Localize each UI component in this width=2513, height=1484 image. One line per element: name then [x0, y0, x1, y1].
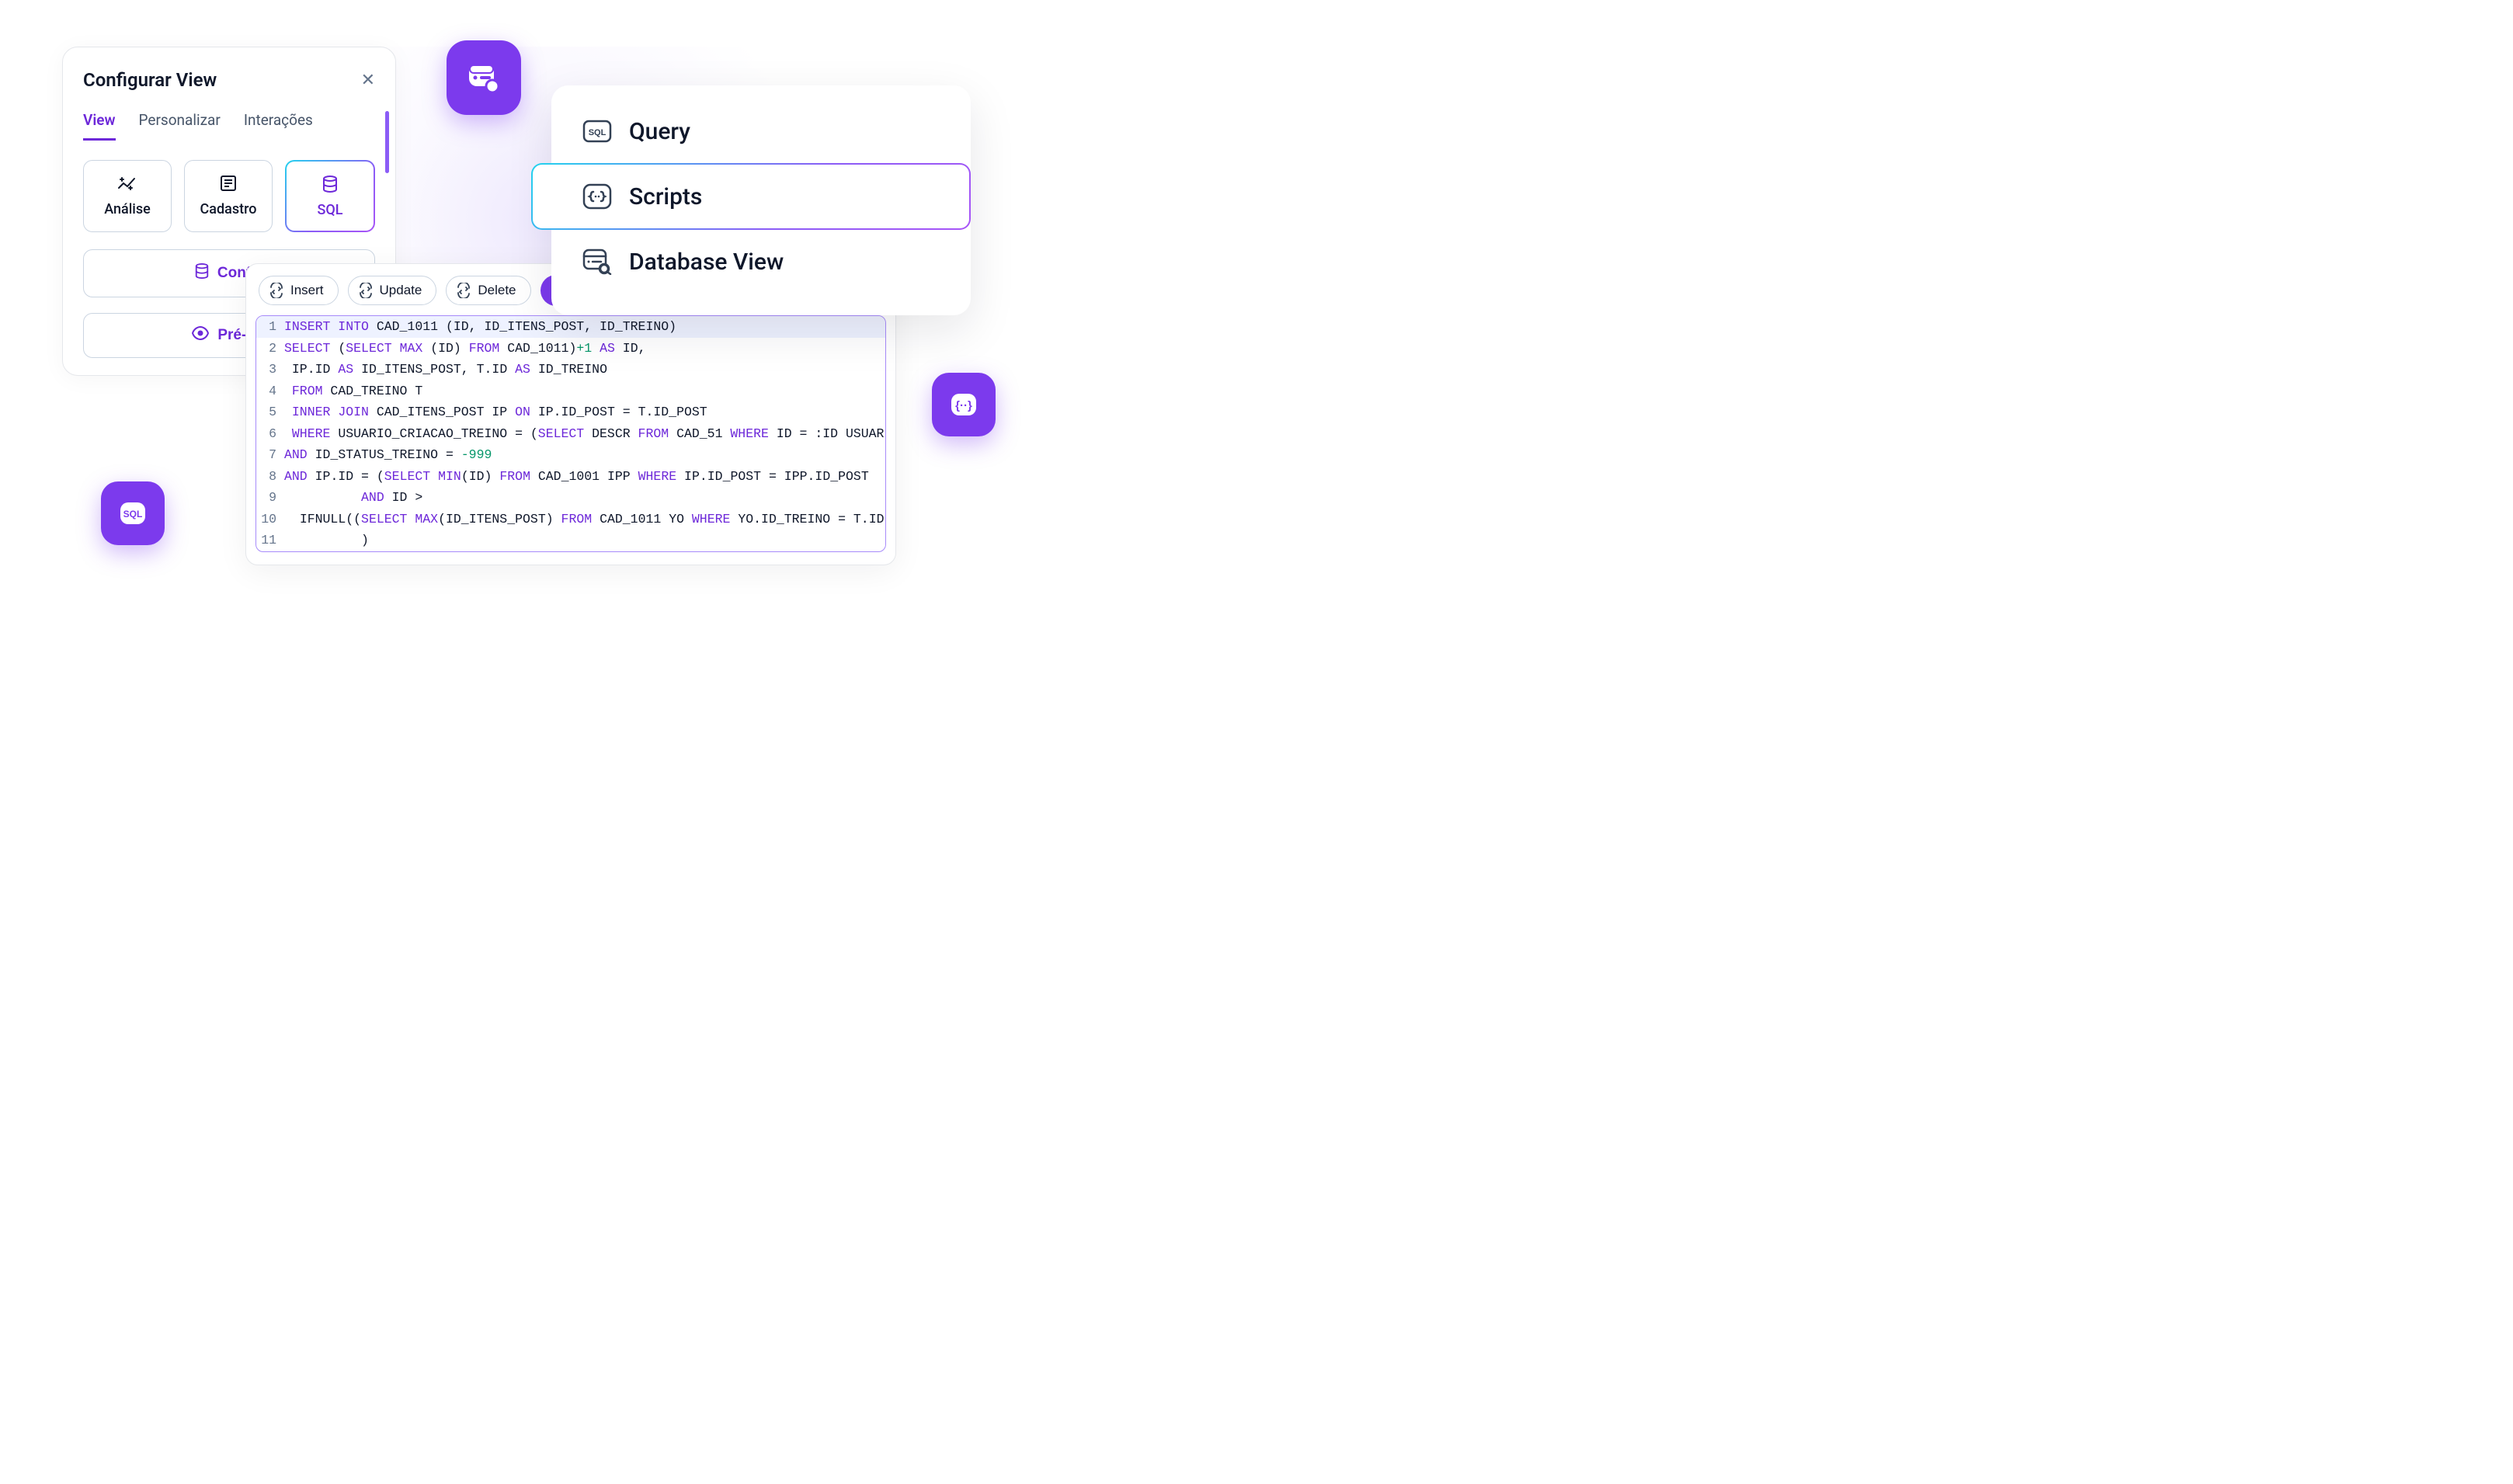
menu-item-query[interactable]: SQL Query: [551, 99, 971, 163]
close-icon[interactable]: ✕: [361, 71, 375, 89]
insert-button[interactable]: Insert: [259, 276, 339, 305]
app-badge-code: {··}: [932, 373, 996, 436]
code-line: 8 AND IP.ID = (SELECT MIN(ID) FROM CAD_1…: [256, 466, 885, 488]
code-line: 6 WHERE USUARIO_CRIACAO_TREINO = (SELECT…: [256, 423, 885, 445]
code-refresh-icon: [358, 283, 374, 298]
code-line: 7 AND ID_STATUS_TREINO = -999: [256, 444, 885, 466]
update-button[interactable]: Update: [348, 276, 437, 305]
code-content: ): [284, 530, 378, 551]
database-icon: [194, 262, 210, 284]
code-line: 10 IFNULL((SELECT MAX(ID_ITENS_POST) FRO…: [256, 509, 885, 530]
update-btn-label: Update: [380, 283, 422, 298]
mode-sql-label: SQL: [317, 202, 342, 218]
svg-text:SQL: SQL: [589, 128, 607, 137]
sql-icon: SQL: [582, 116, 612, 146]
code-content: INSERT INTO CAD_1011 (ID, ID_ITENS_POST,…: [284, 316, 686, 338]
code-line: 1 INSERT INTO CAD_1011 (ID, ID_ITENS_POS…: [256, 316, 885, 338]
code-area[interactable]: 1 INSERT INTO CAD_1011 (ID, ID_ITENS_POS…: [255, 315, 886, 552]
code-content: AND IP.ID = (SELECT MIN(ID) FROM CAD_100…: [284, 466, 878, 488]
code-content: IP.ID AS ID_ITENS_POST, T.ID AS ID_TREIN…: [284, 359, 617, 381]
code-refresh-icon: [269, 283, 284, 298]
sparkle-chart-icon: [117, 175, 137, 192]
insert-btn-label: Insert: [290, 283, 324, 298]
config-header: Configurar View ✕: [83, 69, 375, 91]
menu-query-label: Query: [629, 118, 690, 145]
menu-scripts-label: Scripts: [629, 183, 702, 210]
mode-analise[interactable]: Análise: [83, 160, 172, 232]
mode-cadastro-label: Cadastro: [200, 201, 257, 217]
code-content: FROM CAD_TREINO T: [284, 381, 432, 402]
menu-item-database-view[interactable]: Database View: [551, 230, 971, 294]
code-line: 11 ): [256, 530, 885, 551]
config-title: Configurar View: [83, 69, 217, 91]
mode-analise-label: Análise: [104, 201, 151, 217]
code-content: AND ID_STATUS_TREINO = -999: [284, 444, 501, 466]
data-source-menu: SQL Query Scripts: [551, 85, 971, 315]
eye-icon: [191, 326, 210, 345]
code-braces-icon: [582, 182, 612, 211]
tab-personalize[interactable]: Personalizar: [139, 111, 221, 141]
app-badge-sql: SQL: [101, 481, 165, 545]
code-content: IFNULL((SELECT MAX(ID_ITENS_POST) FROM C…: [284, 509, 886, 530]
code-content: AND ID >: [284, 487, 432, 509]
code-content: WHERE USUARIO_CRIACAO_TREINO = (SELECT D…: [284, 423, 886, 445]
tab-interactions[interactable]: Interações: [244, 111, 313, 141]
menu-item-scripts[interactable]: Scripts: [531, 163, 971, 230]
mode-sql[interactable]: SQL: [285, 160, 375, 232]
tab-view[interactable]: View: [83, 111, 116, 141]
code-line: 9 AND ID >: [256, 487, 885, 509]
app-badge-database-search: [447, 40, 521, 115]
database-search-icon: [582, 247, 612, 276]
delete-btn-label: Delete: [478, 283, 516, 298]
svg-text:SQL: SQL: [123, 509, 143, 520]
form-list-icon: [220, 175, 237, 192]
delete-button[interactable]: Delete: [446, 276, 530, 305]
code-refresh-icon: [456, 283, 471, 298]
code-line: 2 SELECT (SELECT MAX (ID) FROM CAD_1011)…: [256, 338, 885, 360]
config-tabs: View Personalizar Interações: [83, 111, 375, 141]
menu-db-view-label: Database View: [629, 248, 784, 276]
code-line: 3 IP.ID AS ID_ITENS_POST, T.ID AS ID_TRE…: [256, 359, 885, 381]
svg-text:{··}: {··}: [955, 399, 972, 412]
code-content: SELECT (SELECT MAX (ID) FROM CAD_1011)+1…: [284, 338, 655, 360]
code-line: 4 FROM CAD_TREINO T: [256, 381, 885, 402]
database-icon: [322, 176, 339, 193]
code-line: 5 INNER JOIN CAD_ITENS_POST IP ON IP.ID_…: [256, 401, 885, 423]
mode-cards: Análise Cadastro: [83, 160, 375, 232]
mode-cadastro[interactable]: Cadastro: [184, 160, 273, 232]
code-content: INNER JOIN CAD_ITENS_POST IP ON IP.ID_PO…: [284, 401, 717, 423]
